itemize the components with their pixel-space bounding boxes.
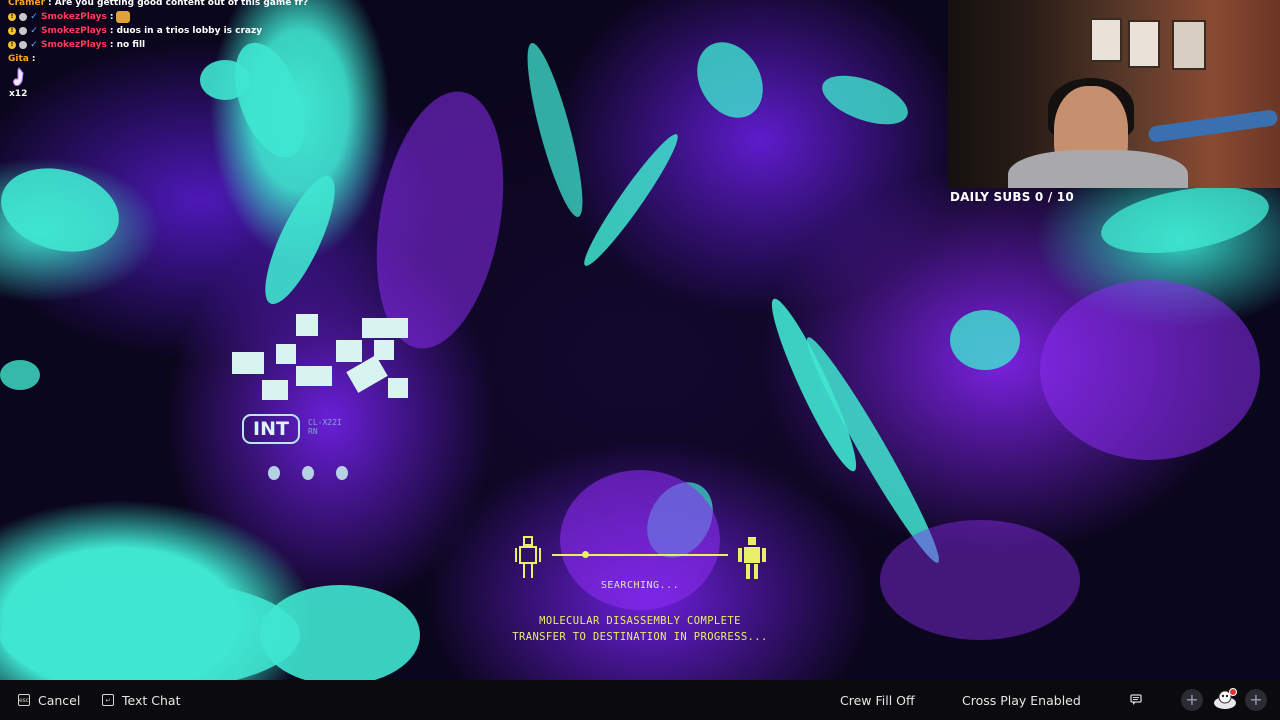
add-friend-icon[interactable]: +	[1245, 689, 1267, 711]
esc-key-icon: esc	[18, 694, 30, 706]
badge-icon: !	[8, 13, 16, 21]
verified-icon: ✓	[30, 40, 38, 50]
verified-icon: ✓	[30, 12, 38, 22]
cancel-button[interactable]: esc Cancel	[18, 680, 80, 720]
matchmaking-status: SEARCHING... MOLECULAR DISASSEMBLY COMPL…	[500, 530, 780, 650]
stream-chat: Cramer: Are you getting good content out…	[8, 0, 308, 66]
badge-icon: !	[8, 41, 16, 49]
transfer-message: MOLECULAR DISASSEMBLY COMPLETE TRANSFER …	[512, 615, 768, 643]
chat-message: ! ✓ SmokezPlays: no fill	[8, 38, 308, 52]
sword-icon	[19, 41, 27, 49]
chat-message: ! ✓ SmokezPlays:	[8, 10, 308, 24]
player-slot-icon	[515, 536, 541, 578]
cross-play-toggle[interactable]: Cross Play Enabled	[962, 680, 1081, 720]
sword-icon	[19, 27, 27, 35]
cheer-count: x12	[9, 89, 28, 99]
daily-subs-counter: DAILY SUBS 0 / 10	[950, 190, 1074, 204]
player-avatar-icon[interactable]	[1212, 688, 1238, 712]
badge-icon: !	[8, 27, 16, 35]
chat-message: Gita:	[8, 54, 36, 64]
sword-icon	[19, 13, 27, 21]
int-tag: INT	[242, 414, 300, 444]
enter-key-icon: ↵	[102, 694, 114, 706]
matchmaking-progress-line	[552, 554, 728, 556]
emote-icon	[116, 11, 131, 23]
bottom-action-bar: esc Cancel ↵ Text Chat Crew Fill Off Cro…	[0, 680, 1280, 720]
matchmaking-progress-dot	[582, 551, 589, 558]
crew-fill-toggle[interactable]: Crew Fill Off	[840, 680, 915, 720]
chat-message: ! ✓ SmokezPlays: duos in a trios lobby i…	[8, 24, 308, 38]
searching-label: SEARCHING...	[600, 580, 680, 591]
hud-dots	[268, 466, 348, 480]
player-slot-filled-icon	[738, 537, 766, 579]
chat-bubble-icon[interactable]	[1130, 694, 1142, 706]
chat-message: Cramer: Are you getting good content out…	[8, 0, 309, 8]
webcam-overlay	[948, 0, 1280, 188]
add-friend-icon[interactable]: +	[1181, 689, 1203, 711]
cheer-icon	[13, 67, 24, 86]
verified-icon: ✓	[30, 26, 38, 36]
text-chat-button[interactable]: ↵ Text Chat	[102, 680, 180, 720]
int-code: CL-X22I RN	[308, 418, 342, 436]
